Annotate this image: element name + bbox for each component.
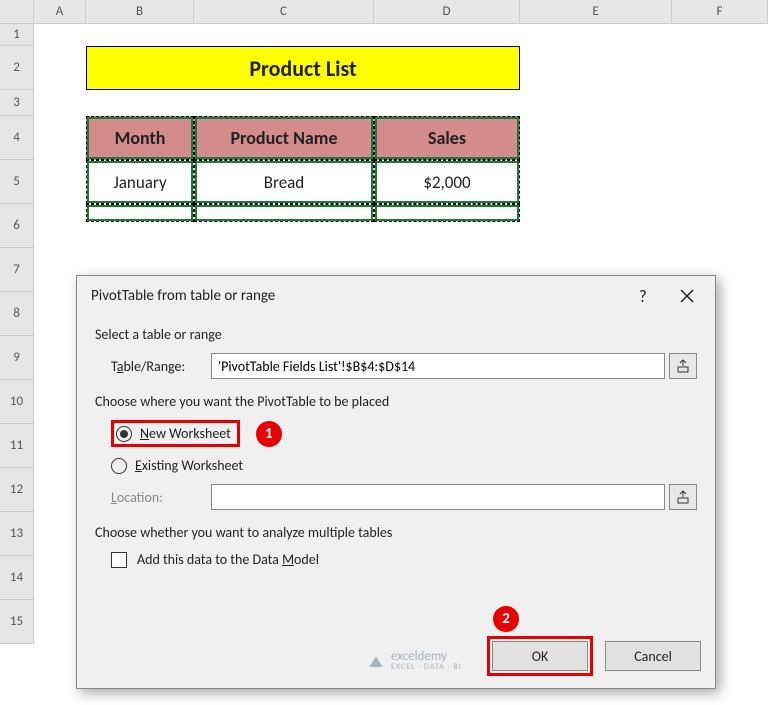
radio-existing-worksheet[interactable]	[111, 458, 127, 474]
cell-empty[interactable]	[374, 204, 520, 222]
col-header-c[interactable]: C	[194, 0, 374, 23]
callout-1: 1	[256, 421, 282, 447]
pivottable-dialog: PivotTable from table or range ? Select …	[76, 275, 716, 689]
dialog-footer: 2 OK Cancel	[487, 636, 701, 676]
row-header[interactable]: 13	[0, 512, 34, 556]
highlight-new-worksheet: New Worksheet	[111, 420, 240, 447]
checkbox-data-model-label: Add this data to the Data Model	[137, 551, 319, 568]
row-header[interactable]: 12	[0, 468, 34, 512]
watermark-icon	[367, 652, 385, 670]
row-header[interactable]: 1	[0, 24, 34, 46]
cancel-button[interactable]: Cancel	[605, 641, 701, 671]
ok-button[interactable]: OK	[492, 641, 588, 671]
row-header[interactable]: 14	[0, 556, 34, 600]
radio-new-worksheet-label: New Worksheet	[140, 425, 231, 442]
row-headers: 1 2 3 4 5 6 7 8 9 10 11 12 13 14 15	[0, 24, 34, 644]
help-button[interactable]: ?	[621, 278, 665, 314]
highlight-ok: OK	[487, 636, 593, 676]
radio-new-worksheet[interactable]	[116, 426, 132, 442]
dialog-titlebar: PivotTable from table or range ?	[77, 276, 715, 316]
col-header-d[interactable]: D	[374, 0, 520, 23]
col-header-e[interactable]: E	[520, 0, 672, 23]
section-placement: Choose where you want the PivotTable to …	[95, 393, 697, 410]
data-table: Month Product Name Sales January Bread $…	[86, 116, 520, 222]
section-select-range: Select a table or range	[95, 326, 697, 343]
location-label: Location:	[111, 489, 211, 506]
collapse-location-button[interactable]	[669, 484, 697, 510]
row-header[interactable]: 3	[0, 90, 34, 116]
watermark: exceldemy EXCEL · DATA · BI	[367, 649, 462, 672]
col-header-b[interactable]: B	[86, 0, 194, 23]
radio-existing-worksheet-label: Existing Worksheet	[135, 457, 243, 474]
dialog-title: PivotTable from table or range	[91, 287, 621, 305]
watermark-sub: EXCEL · DATA · BI	[391, 662, 462, 672]
header-sales[interactable]: Sales	[374, 116, 520, 160]
table-range-input[interactable]	[211, 353, 665, 379]
header-month[interactable]: Month	[86, 116, 194, 160]
sheet-title-cell[interactable]: Product List	[86, 46, 520, 90]
callout-2: 2	[493, 606, 519, 632]
row-header[interactable]: 7	[0, 248, 34, 292]
column-headers: A B C D E F	[0, 0, 768, 24]
section-multiple-tables: Choose whether you want to analyze multi…	[95, 524, 697, 541]
table-range-label: Table/Range:	[111, 358, 211, 375]
row-header[interactable]: 5	[0, 160, 34, 204]
close-icon	[680, 289, 694, 303]
header-product[interactable]: Product Name	[194, 116, 374, 160]
row-header[interactable]: 8	[0, 292, 34, 336]
row-header[interactable]: 4	[0, 116, 34, 160]
col-header-a[interactable]: A	[34, 0, 86, 23]
select-all-corner[interactable]	[0, 0, 34, 23]
cell-empty[interactable]	[194, 204, 374, 222]
cell-empty[interactable]	[86, 204, 194, 222]
row-header[interactable]: 6	[0, 204, 34, 248]
row-header[interactable]: 9	[0, 336, 34, 380]
collapse-range-icon	[676, 359, 690, 373]
close-button[interactable]	[665, 278, 709, 314]
row-header[interactable]: 10	[0, 380, 34, 424]
row-header[interactable]: 2	[0, 46, 34, 90]
cell-product[interactable]: Bread	[194, 160, 374, 204]
row-header[interactable]: 11	[0, 424, 34, 468]
col-header-f[interactable]: F	[672, 0, 768, 23]
cell-sales[interactable]: $2,000	[374, 160, 520, 204]
location-input	[211, 484, 665, 510]
collapse-range-icon	[676, 490, 690, 504]
collapse-range-button[interactable]	[669, 353, 697, 379]
checkbox-data-model[interactable]	[111, 552, 127, 568]
row-header[interactable]: 15	[0, 600, 34, 644]
cell-month[interactable]: January	[86, 160, 194, 204]
